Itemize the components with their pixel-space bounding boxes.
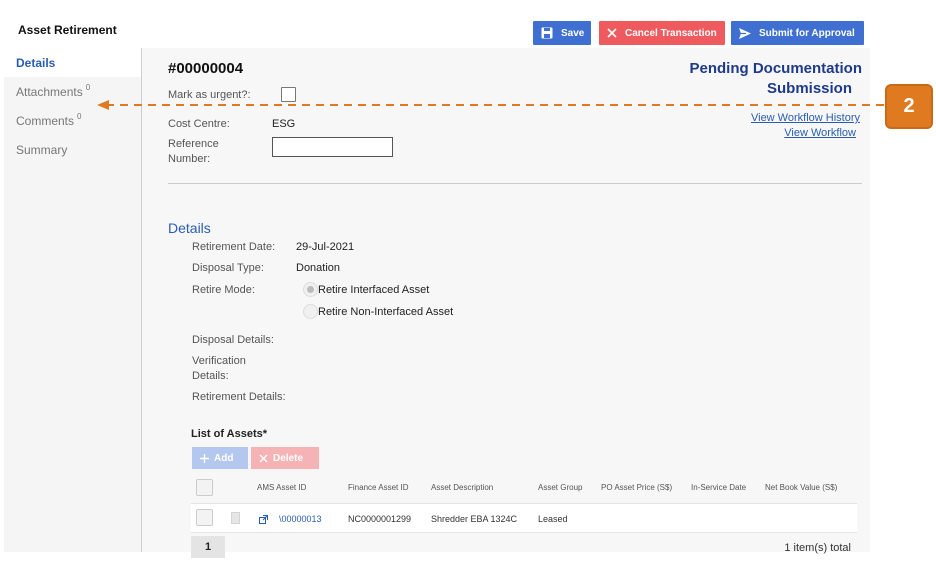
save-icon — [541, 27, 553, 39]
row-checkbox[interactable] — [196, 509, 213, 526]
status-line-2: Submission — [766, 80, 852, 97]
disposal-type-value: Donation — [296, 262, 341, 274]
cost-centre-label: Cost Centre: — [168, 118, 230, 130]
retire-interfaced-label: Retire Interfaced Asset — [318, 284, 430, 296]
verification-label-line-1: Verification — [192, 355, 246, 367]
delete-label: Delete — [273, 452, 304, 464]
callout-number-badge: 2 — [885, 84, 933, 129]
main-content: #00000004 Pending Documentation Submissi… — [143, 48, 870, 558]
column-header[interactable]: Finance Asset ID — [348, 483, 408, 492]
sidebar-item-label: Attachments — [16, 84, 83, 99]
cancel-label: Cancel Transaction — [625, 27, 717, 39]
retire-interfaced-radio[interactable] — [303, 282, 318, 297]
view-workflow-link[interactable]: View Workflow — [784, 127, 856, 139]
sidebar-item-attachments[interactable]: Attachments 0 — [4, 77, 141, 106]
details-section-title: Details — [168, 220, 211, 236]
save-label: Save — [561, 27, 585, 39]
close-icon — [607, 28, 617, 38]
sidebar: Details Attachments 0 Comments 0 Summary — [4, 48, 142, 552]
sidebar-item-details[interactable]: Details — [4, 48, 141, 77]
disposal-type-label: Disposal Type: — [192, 262, 264, 274]
column-header[interactable]: In-Service Date — [691, 483, 746, 492]
cost-centre-value: ESG — [272, 118, 296, 130]
column-header[interactable]: Asset Description — [431, 483, 493, 492]
sidebar-item-label: Summary — [16, 142, 68, 157]
ams-asset-id-link[interactable]: \00000013 — [279, 514, 322, 524]
assets-table: AMS Asset ID Finance Asset ID Asset Desc… — [191, 473, 857, 533]
column-header[interactable]: PO Asset Price (S$) — [601, 483, 672, 492]
divider — [168, 183, 862, 184]
document-number: #00000004 — [168, 60, 244, 77]
sidebar-item-comments[interactable]: Comments 0 — [4, 106, 141, 135]
retirement-details-label: Retirement Details: — [192, 391, 286, 403]
external-link-icon[interactable] — [259, 515, 268, 524]
sidebar-item-label: Comments — [16, 113, 75, 128]
add-asset-button[interactable]: Add — [192, 447, 248, 469]
document-icon — [231, 512, 240, 524]
retirement-date-value: 29-Jul-2021 — [296, 241, 355, 253]
app-title: Asset Retirement — [18, 23, 117, 37]
reference-label-line-2: Number: — [168, 153, 211, 165]
asset-description: Shredder EBA 1324C — [431, 514, 518, 524]
cancel-transaction-button[interactable]: Cancel Transaction — [599, 21, 725, 45]
table-header: AMS Asset ID Finance Asset ID Asset Desc… — [191, 473, 857, 503]
disposal-details-label: Disposal Details: — [192, 334, 274, 346]
delete-asset-button[interactable]: Delete — [251, 447, 319, 469]
retirement-date-label: Retirement Date: — [192, 241, 276, 253]
reference-label-line-1: Reference — [168, 138, 219, 150]
urgent-checkbox[interactable] — [281, 87, 296, 102]
column-header[interactable]: AMS Asset ID — [257, 483, 306, 492]
retire-non-interfaced-label: Retire Non-Interfaced Asset — [318, 306, 454, 318]
view-workflow-history-link[interactable]: View Workflow History — [751, 112, 860, 124]
status-line-1: Pending Documentation — [689, 60, 863, 77]
urgent-label: Mark as urgent?: — [168, 89, 251, 101]
asset-group: Leased — [538, 514, 568, 524]
list-of-assets-title: List of Assets* — [191, 428, 268, 440]
page-number-button[interactable]: 1 — [191, 536, 225, 558]
close-icon — [259, 454, 268, 462]
sidebar-item-summary[interactable]: Summary — [4, 135, 141, 164]
send-icon — [739, 27, 751, 39]
table-row[interactable]: \00000013 NC0000001299 Shredder EBA 1324… — [191, 503, 857, 533]
count-badge: 0 — [77, 112, 82, 121]
add-label: Add — [214, 452, 234, 464]
top-toolbar: Asset Retirement Save Cancel Transaction… — [4, 12, 870, 48]
column-header[interactable]: Asset Group — [538, 483, 582, 492]
finance-asset-id: NC0000001299 — [348, 514, 412, 524]
retire-non-interfaced-radio[interactable] — [303, 304, 318, 319]
status-heading: Pending Documentation Submission — [662, 59, 863, 99]
select-all-checkbox[interactable] — [196, 479, 213, 496]
app-window: Asset Retirement Save Cancel Transaction… — [4, 12, 870, 558]
submit-for-approval-button[interactable]: Submit for Approval — [731, 21, 864, 45]
reference-number-input[interactable] — [272, 137, 393, 157]
column-header[interactable]: Net Book Value (S$) — [765, 483, 837, 492]
pager: 1 1 item(s) total — [191, 536, 857, 558]
retire-mode-label: Retire Mode: — [192, 284, 255, 296]
submit-label: Submit for Approval — [759, 27, 855, 39]
items-total: 1 item(s) total — [784, 542, 851, 554]
verification-label-line-2: Details: — [192, 370, 229, 382]
plus-icon — [200, 453, 209, 463]
sidebar-item-label: Details — [16, 55, 56, 70]
count-badge: 0 — [85, 83, 91, 92]
save-button[interactable]: Save — [533, 21, 591, 45]
